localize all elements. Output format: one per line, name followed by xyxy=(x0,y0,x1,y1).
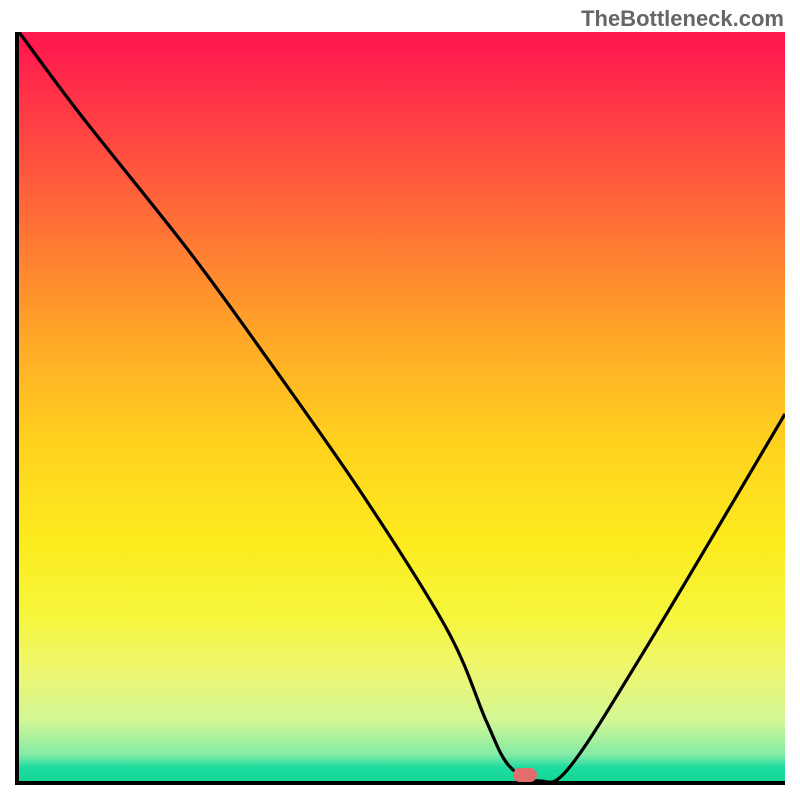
watermark-text: TheBottleneck.com xyxy=(581,6,784,32)
bottleneck-curve xyxy=(19,32,785,781)
optimal-point-marker xyxy=(513,768,537,782)
chart-plot-area xyxy=(15,32,785,785)
